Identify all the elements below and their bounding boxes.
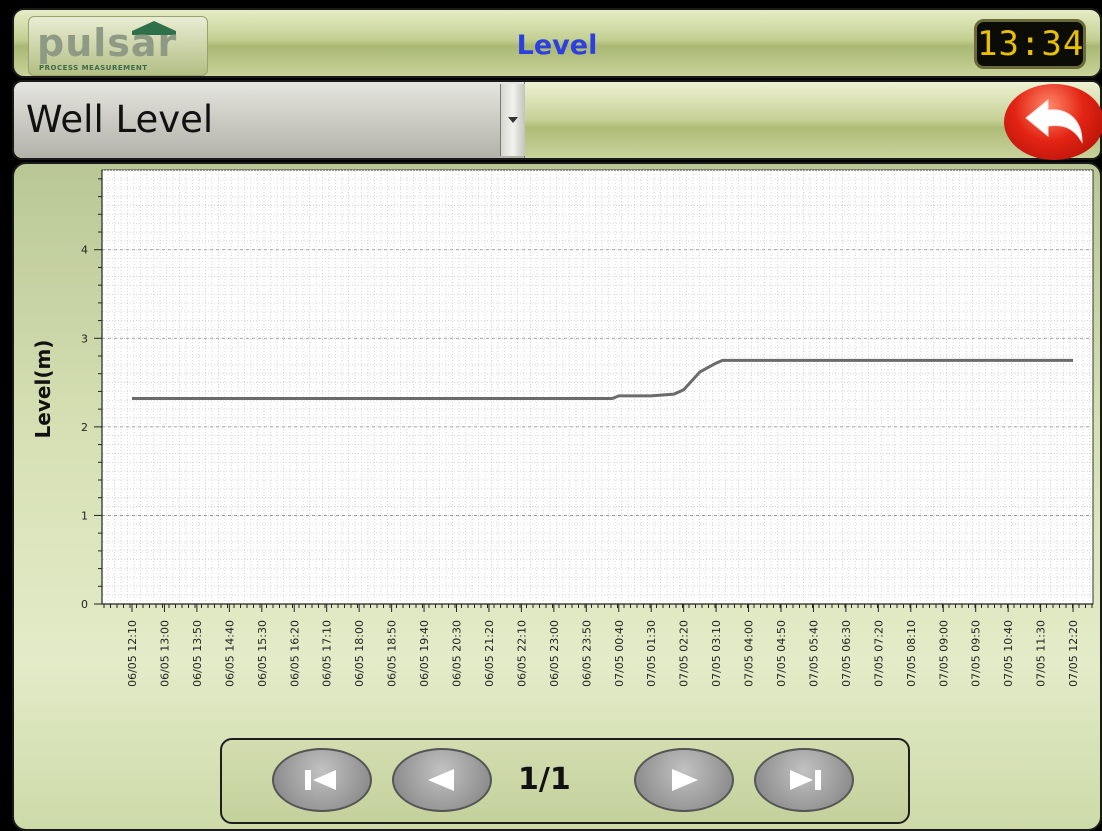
x-tick-label: 07/05 09:00 xyxy=(937,620,950,687)
skip-last-icon xyxy=(790,770,821,790)
x-tick-label: 06/05 20:30 xyxy=(451,620,464,687)
dropdown-button[interactable] xyxy=(500,84,525,156)
x-tick-label: 06/05 23:00 xyxy=(548,620,561,687)
x-tick-label: 06/05 16:20 xyxy=(288,620,301,687)
x-tick-label: 07/05 04:50 xyxy=(775,620,788,687)
x-tick-label: 06/05 18:50 xyxy=(386,620,399,687)
x-tick-label: 07/05 05:40 xyxy=(807,620,820,687)
skip-first-icon xyxy=(305,770,336,790)
x-axis: 06/05 12:10 06/05 13:00 06/05 13:50 06/05 1… xyxy=(102,603,1093,687)
x-tick-label: 07/05 07:20 xyxy=(872,620,885,687)
x-tick-label: 07/05 04:00 xyxy=(743,620,756,687)
x-tick-label: 07/05 00:40 xyxy=(613,620,626,687)
logo-subtext: PROCESS MEASUREMENT xyxy=(39,64,148,72)
last-page-button[interactable] xyxy=(754,748,854,812)
x-tick-label: 07/05 08:10 xyxy=(905,620,918,687)
x-tick-label: 06/05 12:10 xyxy=(126,620,139,687)
x-tick-label: 06/05 21:20 xyxy=(483,620,496,687)
x-tick-label: 06/05 22:10 xyxy=(515,620,528,687)
chevron-down-icon xyxy=(508,117,518,123)
level-chart: 01234 06/05 12:10 06/05 13:00 06/05 13:50 0… xyxy=(31,169,1094,687)
next-page-button[interactable] xyxy=(634,748,734,812)
chart-panel: 01234 06/05 12:10 06/05 13:00 06/05 13:50 0… xyxy=(12,162,1102,831)
x-tick-label: 07/05 01:30 xyxy=(645,620,658,687)
title-bar: pulsar PROCESS MEASUREMENT Level 13:34 xyxy=(12,8,1102,78)
next-icon xyxy=(672,769,698,791)
y-tick-label: 2 xyxy=(81,421,88,434)
y-axis: 0 1 2 3 4 xyxy=(81,170,103,611)
x-tick-label: 06/05 14:40 xyxy=(223,620,236,687)
x-tick-label: 07/05 11:30 xyxy=(1035,620,1048,687)
pager-bar: 1/1 xyxy=(220,738,910,824)
selector-bar: Well Level xyxy=(12,80,1102,160)
x-tick-label: 06/05 13:00 xyxy=(158,620,171,687)
y-tick-label: 1 xyxy=(81,509,88,522)
y-axis-label: Level(m) xyxy=(31,340,55,439)
y-tick-label: 4 xyxy=(81,244,88,257)
x-tick-label: 07/05 02:20 xyxy=(678,620,691,687)
x-tick-label: 07/05 06:30 xyxy=(840,620,853,687)
x-tick-label: 07/05 03:10 xyxy=(710,620,723,687)
x-tick-label: 06/05 23:50 xyxy=(580,620,593,687)
level-select[interactable]: Well Level xyxy=(14,82,525,158)
page-indicator: 1/1 xyxy=(518,762,571,797)
page-title: Level xyxy=(516,30,598,61)
x-tick-label: 07/05 09:50 xyxy=(970,620,983,687)
x-tick-label: 06/05 13:50 xyxy=(191,620,204,687)
x-tick-label: 06/05 19:40 xyxy=(418,620,431,687)
y-tick-label: 3 xyxy=(81,332,88,345)
prev-page-button[interactable] xyxy=(392,748,492,812)
prev-icon xyxy=(428,769,454,791)
level-select-value: Well Level xyxy=(26,98,214,141)
x-tick-label: 07/05 12:20 xyxy=(1067,620,1080,687)
x-tick-label: 07/05 10:40 xyxy=(1002,620,1015,687)
x-tick-label: 06/05 15:30 xyxy=(256,620,269,687)
back-button[interactable] xyxy=(1004,84,1102,160)
y-tick-label: 0 xyxy=(81,598,88,611)
first-page-button[interactable] xyxy=(272,748,372,812)
x-tick-label: 06/05 18:00 xyxy=(353,620,366,687)
back-arrow-icon xyxy=(1025,98,1083,144)
x-tick-label: 06/05 17:10 xyxy=(321,620,334,687)
clock-display: 13:34 xyxy=(974,19,1086,69)
